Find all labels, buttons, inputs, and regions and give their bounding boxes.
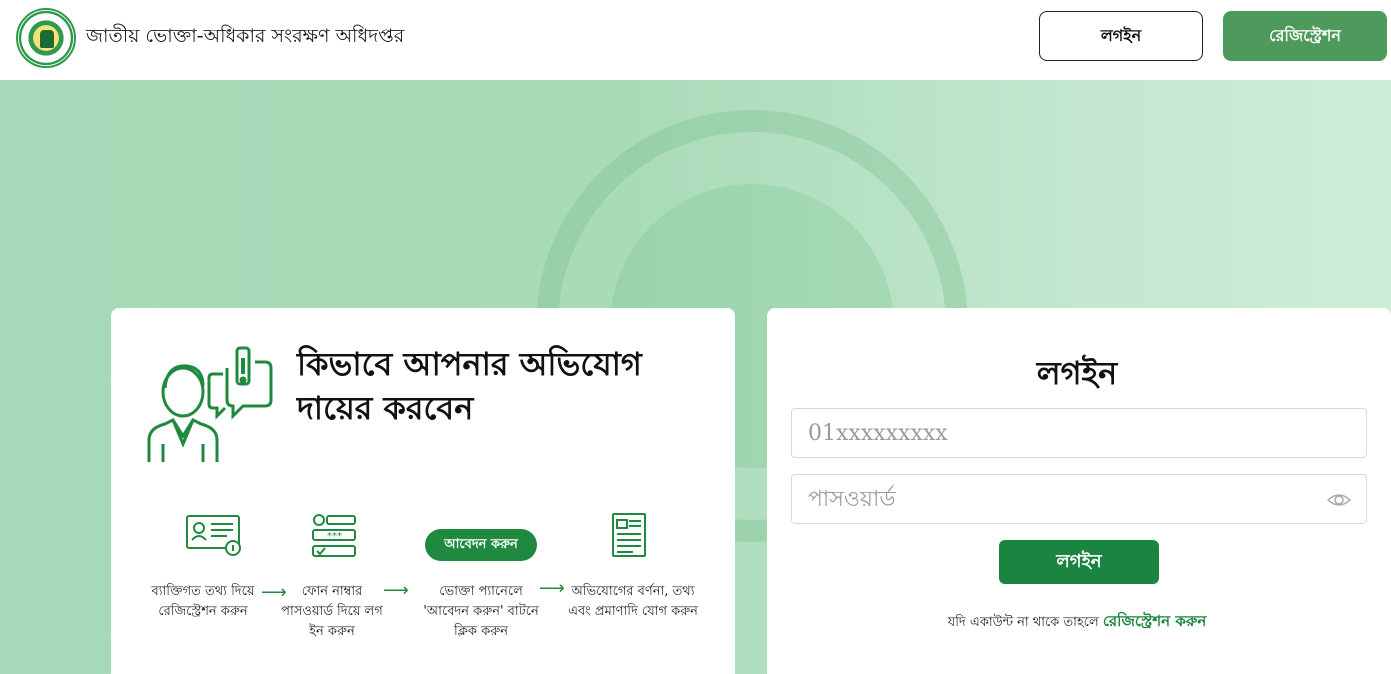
step-2-text: ফোন নাম্বার পাসওয়ার্ড দিয়ে লগ ইন করুন <box>277 582 387 642</box>
top-header: জাতীয় ভোক্তা-অধিকার সংরক্ষণ অধিদপ্তর লগ… <box>0 0 1391 80</box>
step-2-line1: ফোন নাম্বার <box>301 584 363 599</box>
step-3-line1: ভোক্তা প্যানেলে <box>439 584 523 599</box>
eye-icon[interactable] <box>1327 488 1351 512</box>
phone-input[interactable] <box>791 408 1367 458</box>
step-2-line3: ইন করুন <box>309 624 355 639</box>
no-account-text: যদি একাউন্ট না থাকে তাহলে <box>947 615 1099 630</box>
id-card-icon <box>186 515 241 556</box>
logo-emblem-icon <box>40 30 54 48</box>
arrow-right-icon: ⟶ <box>383 580 409 601</box>
apply-pill-button[interactable]: আবেদন করুন <box>425 529 537 561</box>
step-4-line1: অভিযোগের বর্ণনা, তথ্য <box>571 584 695 599</box>
step-3-line3: ক্লিক করুন <box>454 624 508 639</box>
login-heading: লগইন <box>1036 354 1118 392</box>
step-1-line2: রেজিস্ট্রেশন করুন <box>158 604 248 619</box>
how-to-title: কিভাবে আপনার অভিযোগ দায়ের করবেন <box>297 342 697 430</box>
step-4-text: অভিযোগের বর্ণনা, তথ্য এবং প্রমাণাদি যোগ … <box>563 582 703 622</box>
step-3-line2: 'আবেদন করুন' বাটনে <box>423 604 539 619</box>
svg-text:***: *** <box>327 531 342 542</box>
header-login-button[interactable]: লগইন <box>1039 11 1203 61</box>
step-2-line2: পাসওয়ার্ড দিয়ে লগ <box>281 604 383 619</box>
document-icon <box>612 513 646 557</box>
signup-prompt: যদি একাউন্ট না থাকে তাহলে রেজিস্ট্রেশন ক… <box>767 610 1387 635</box>
login-card: লগইন লগইন যদি একাউন্ট না থাকে তাহলে রেজি… <box>767 308 1391 674</box>
person-complaint-icon <box>147 346 273 462</box>
password-input[interactable] <box>791 474 1367 524</box>
logo[interactable] <box>16 8 76 68</box>
password-login-icon: *** <box>312 514 356 557</box>
how-to-title-line2: দায়ের করবেন <box>297 389 474 427</box>
header-register-button[interactable]: রেজিস্ট্রেশন <box>1223 11 1387 61</box>
login-submit-button[interactable]: লগইন <box>999 540 1159 584</box>
site-title: জাতীয় ভোক্তা-অধিকার সংরক্ষণ অধিদপ্তর <box>86 25 405 47</box>
step-1-line1: ব্যাক্তিগত তথ্য দিয়ে <box>151 584 255 599</box>
how-to-title-line1: কিভাবে আপনার অভিযোগ <box>297 345 642 383</box>
register-link[interactable]: রেজিস্ট্রেশন করুন <box>1103 612 1206 630</box>
step-3-text: ভোক্তা প্যানেলে 'আবেদন করুন' বাটনে ক্লিক… <box>413 582 549 642</box>
step-4-line2: এবং প্রমাণাদি যোগ করুন <box>568 604 698 619</box>
step-1-text: ব্যাক্তিগত তথ্য দিয়ে রেজিস্ট্রেশন করুন <box>145 582 261 622</box>
how-to-complain-card: কিভাবে আপনার অভিযোগ দায়ের করবেন *** আবে… <box>111 308 735 674</box>
arrow-right-icon: ⟶ <box>539 578 565 599</box>
